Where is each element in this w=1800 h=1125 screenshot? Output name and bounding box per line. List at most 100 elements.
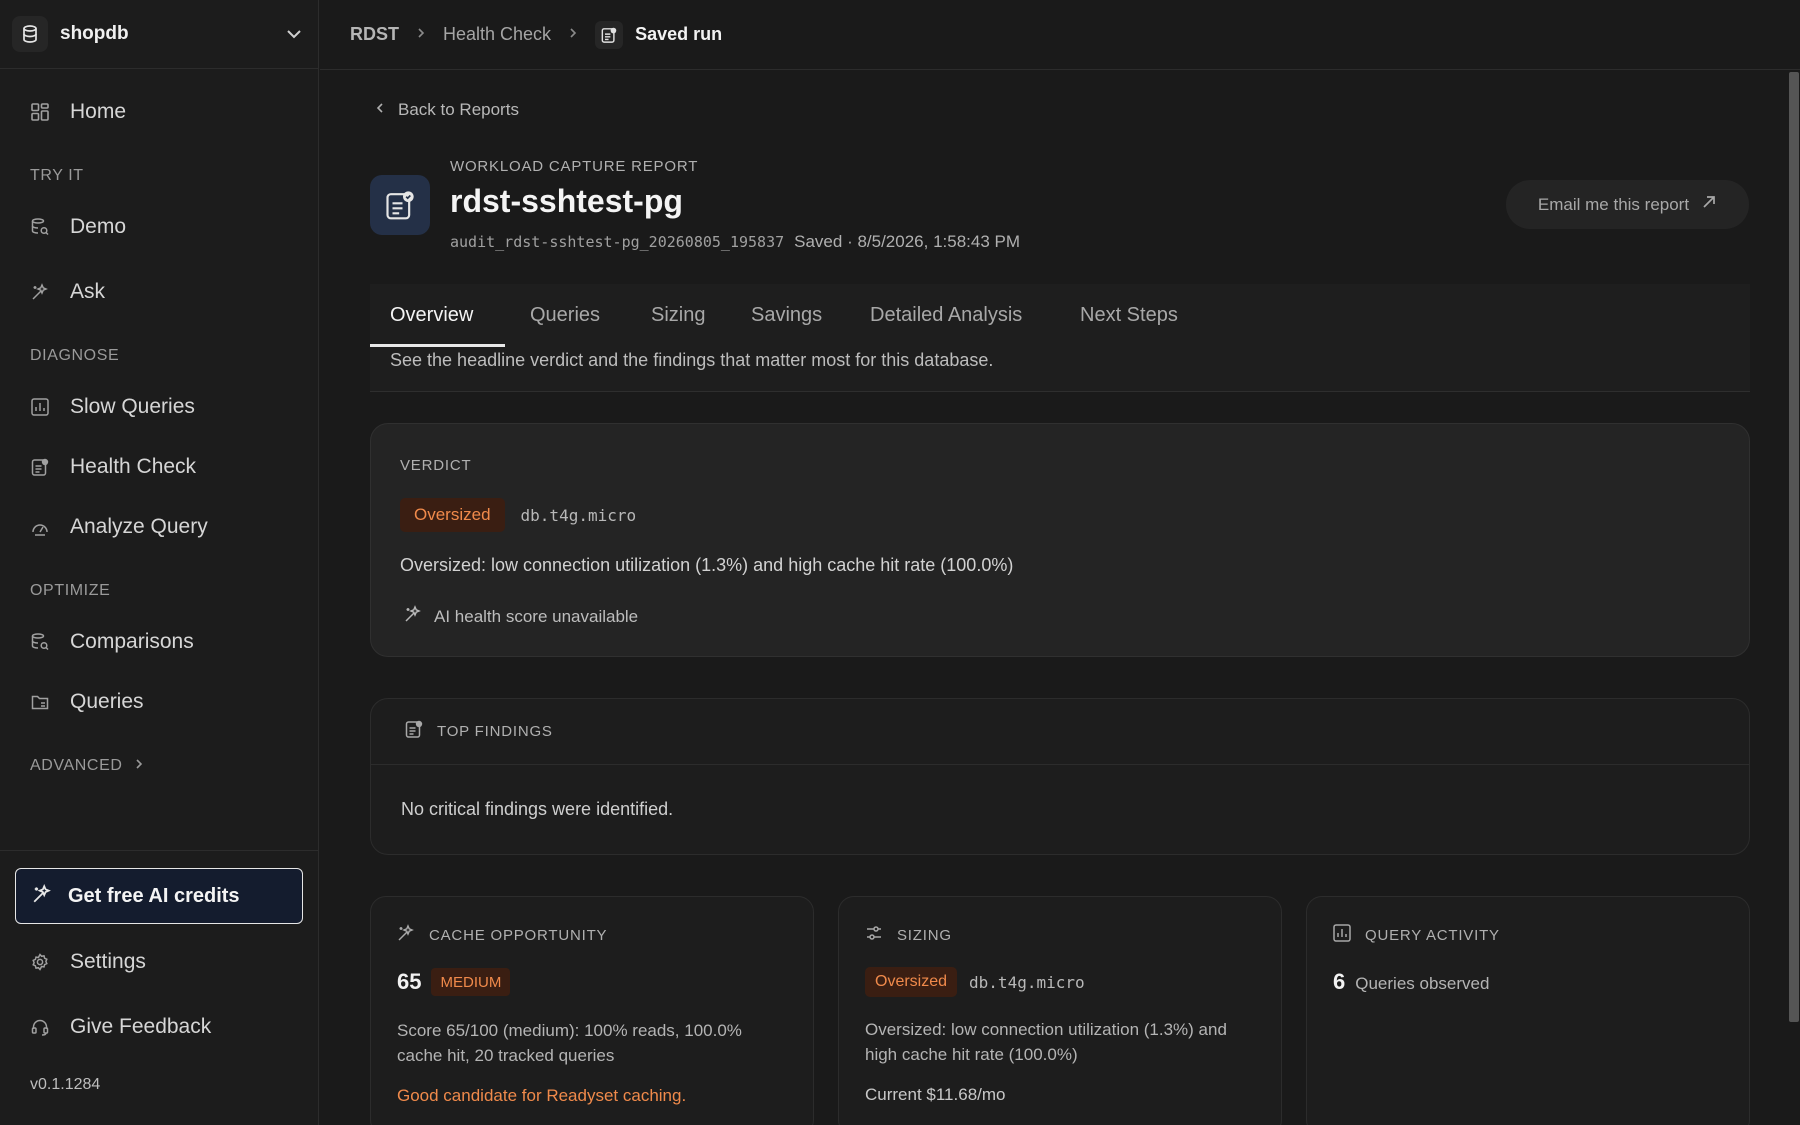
back-to-reports-link[interactable]: Back to Reports bbox=[376, 100, 519, 120]
sidebar-item-label: Queries bbox=[70, 690, 144, 713]
arrow-up-right-icon bbox=[1701, 194, 1717, 215]
back-label: Back to Reports bbox=[398, 100, 519, 119]
scrollbar[interactable] bbox=[1789, 72, 1799, 1022]
sidebar-item-ask[interactable]: Ask bbox=[30, 272, 105, 312]
verdict-summary: Oversized: low connection utilization (1… bbox=[400, 555, 1014, 575]
sidebar-item-slow-queries[interactable]: Slow Queries bbox=[30, 387, 195, 427]
verdict-badge-row: Oversized db.t4g.micro bbox=[400, 498, 636, 532]
cache-score: 65 bbox=[397, 969, 422, 994]
dashboard-icon bbox=[30, 102, 50, 122]
sidebar-item-label: Give Feedback bbox=[70, 1015, 212, 1038]
sidebar-item-feedback[interactable]: Give Feedback bbox=[30, 1007, 211, 1047]
sparkle-icon bbox=[32, 883, 52, 909]
breadcrumb-root[interactable]: RDST bbox=[350, 24, 399, 45]
sidebar: shopdb Home TRY IT Demo Ask DIAGNOSE Slo… bbox=[0, 0, 319, 1125]
chevron-right-icon bbox=[417, 26, 425, 44]
cache-recommendation: Good candidate for Readyset caching. bbox=[397, 1086, 687, 1105]
verdict-card: VERDICT Oversized db.t4g.micro Oversized… bbox=[370, 423, 1750, 657]
sizing-detail: Oversized: low connection utilization (1… bbox=[865, 1020, 1227, 1064]
sidebar-item-home[interactable]: Home bbox=[30, 92, 126, 132]
breadcrumb-parent[interactable]: Health Check bbox=[443, 24, 551, 45]
sidebar-item-label: Demo bbox=[70, 215, 127, 238]
tab-queries[interactable]: Queries bbox=[530, 304, 600, 327]
report-overline: WORKLOAD CAPTURE REPORT bbox=[450, 158, 699, 175]
get-ai-credits-button[interactable]: Get free AI credits bbox=[15, 868, 303, 924]
chevron-down-icon bbox=[284, 24, 304, 44]
advanced-toggle[interactable]: ADVANCED bbox=[30, 757, 143, 775]
database-search-icon bbox=[30, 217, 50, 237]
card-header: SIZING bbox=[865, 924, 952, 947]
chevron-right-icon bbox=[569, 26, 577, 44]
chevron-left-icon bbox=[376, 101, 384, 119]
email-report-label: Email me this report bbox=[1537, 194, 1690, 214]
cache-score-row: 65 MEDIUM bbox=[397, 968, 511, 996]
active-tab-indicator bbox=[370, 344, 505, 347]
sparkle-icon bbox=[30, 282, 50, 302]
section-label-diagnose: DIAGNOSE bbox=[30, 347, 120, 364]
sidebar-item-analyze-query[interactable]: Analyze Query bbox=[30, 507, 208, 547]
sparkle-icon bbox=[397, 924, 415, 947]
instance-type: db.t4g.micro bbox=[520, 505, 637, 525]
findings-empty-state: No critical findings were identified. bbox=[401, 799, 674, 819]
tab-sizing[interactable]: Sizing bbox=[651, 304, 705, 327]
section-label-optimize: OPTIMIZE bbox=[30, 582, 111, 599]
email-report-button[interactable]: Email me this report bbox=[1506, 180, 1749, 229]
database-selector[interactable]: shopdb bbox=[0, 0, 318, 69]
tab-detailed-analysis[interactable]: Detailed Analysis bbox=[870, 304, 1022, 327]
report-icon bbox=[405, 720, 423, 743]
queries-count-label: Queries observed bbox=[1355, 974, 1490, 993]
gear-icon bbox=[30, 952, 50, 972]
sidebar-item-label: Comparisons bbox=[70, 630, 194, 653]
database-name: shopdb bbox=[60, 23, 129, 44]
report-id: audit_rdst-sshtest-pg_20260805_195837 bbox=[450, 233, 785, 251]
sizing-label: SIZING bbox=[897, 927, 952, 944]
activity-count-row: 6 Queries observed bbox=[1333, 969, 1489, 995]
cache-opportunity-card: CACHE OPPORTUNITY 65 MEDIUM Score 65/100… bbox=[370, 896, 814, 1125]
instance-type: db.t4g.micro bbox=[969, 972, 1085, 992]
bar-chart-icon bbox=[30, 397, 50, 417]
sizing-card: SIZING Oversized db.t4g.micro Oversized:… bbox=[838, 896, 1282, 1125]
sidebar-item-queries[interactable]: Queries bbox=[30, 682, 144, 722]
sidebar-item-label: Health Check bbox=[70, 455, 197, 478]
report-check-icon bbox=[30, 457, 50, 477]
tab-description: See the headline verdict and the finding… bbox=[390, 350, 994, 370]
top-findings-card: TOP FINDINGS No critical findings were i… bbox=[370, 698, 1750, 855]
card-header: CACHE OPPORTUNITY bbox=[397, 924, 607, 947]
folder-icon bbox=[30, 692, 50, 712]
cache-label: CACHE OPPORTUNITY bbox=[429, 927, 608, 944]
findings-label: TOP FINDINGS bbox=[437, 723, 553, 740]
query-activity-card: QUERY ACTIVITY 6 Queries observed bbox=[1306, 896, 1750, 1125]
sidebar-item-label: Home bbox=[70, 100, 127, 123]
report-tabs: Overview Queries Sizing Savings Detailed… bbox=[370, 284, 1750, 392]
tab-overview[interactable]: Overview bbox=[390, 304, 473, 327]
ai-score-note: AI health score unavailable bbox=[404, 605, 638, 628]
score-level-badge: MEDIUM bbox=[431, 968, 511, 996]
breadcrumb: RDST Health Check Saved run bbox=[320, 0, 1800, 70]
sizing-badge-row: Oversized db.t4g.micro bbox=[865, 967, 1085, 997]
gauge-icon bbox=[30, 517, 50, 537]
queries-count: 6 bbox=[1333, 969, 1346, 994]
card-header: QUERY ACTIVITY bbox=[1333, 924, 1500, 947]
bar-chart-icon bbox=[1333, 924, 1351, 947]
report-meta: audit_rdst-sshtest-pg_20260805_195837 Sa… bbox=[450, 232, 1020, 252]
sidebar-item-comparisons[interactable]: Comparisons bbox=[30, 622, 194, 662]
tab-next-steps[interactable]: Next Steps bbox=[1080, 304, 1178, 327]
database-compare-icon bbox=[30, 632, 50, 652]
sparkle-icon bbox=[404, 605, 422, 628]
verdict-label: VERDICT bbox=[400, 457, 472, 474]
sidebar-item-label: Slow Queries bbox=[70, 395, 195, 418]
credits-label: Get free AI credits bbox=[68, 884, 240, 907]
tab-savings[interactable]: Savings bbox=[751, 304, 822, 327]
status-badge: Oversized bbox=[400, 498, 505, 532]
sidebar-item-label: Ask bbox=[70, 280, 106, 303]
cache-detail: Score 65/100 (medium): 100% reads, 100.0… bbox=[397, 1021, 742, 1065]
sidebar-item-health-check[interactable]: Health Check bbox=[30, 447, 196, 487]
report-check-icon bbox=[595, 20, 624, 49]
section-label-try-it: TRY IT bbox=[30, 167, 84, 184]
headset-icon bbox=[30, 1017, 50, 1037]
ai-note-text: AI health score unavailable bbox=[434, 606, 639, 626]
sidebar-item-demo[interactable]: Demo bbox=[30, 207, 126, 247]
breadcrumb-current: Saved run bbox=[635, 24, 723, 44]
sidebar-item-settings[interactable]: Settings bbox=[30, 942, 146, 982]
status-badge: Oversized bbox=[865, 967, 958, 997]
